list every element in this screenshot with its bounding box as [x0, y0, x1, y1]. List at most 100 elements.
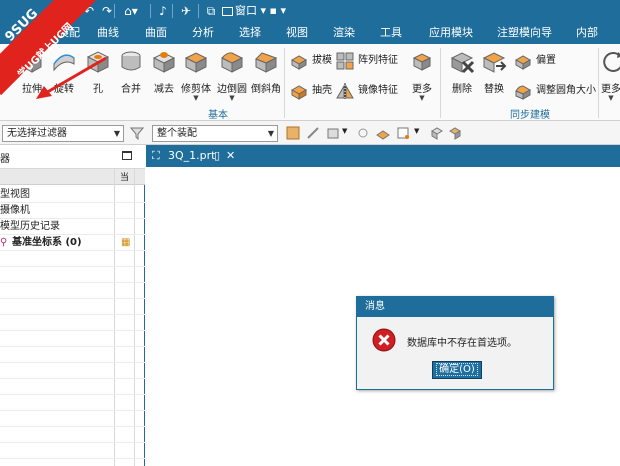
maximize-icon[interactable]: [122, 151, 132, 160]
chevron-down-icon: ▼: [267, 129, 274, 138]
redo-icon[interactable]: ↷: [100, 3, 114, 19]
menu-surface[interactable]: 曲面: [145, 22, 167, 44]
type-filter-combo[interactable]: 无选择过滤器 ▼: [2, 125, 124, 142]
group-sync-label: 同步建模: [510, 110, 550, 121]
tree-row-empty: [0, 299, 145, 315]
selection-bar: 无选择过滤器 ▼ 整个装配 ▼ ▼ ▼: [0, 121, 620, 145]
menu-tools[interactable]: 工具: [380, 22, 402, 44]
copy-icon[interactable]: ⧉: [204, 3, 218, 19]
ok-label: 确定(O): [436, 363, 478, 376]
view-shaded-icon[interactable]: [448, 126, 462, 140]
menu-mold-wizard[interactable]: 注塑模向导: [497, 22, 552, 44]
tree-row-label: 型视图: [0, 189, 30, 200]
tree-row-empty: [0, 347, 145, 363]
draft-button[interactable]: 拔模: [290, 50, 332, 72]
menu-select[interactable]: 选择: [239, 22, 261, 44]
modified-icon: ▯: [214, 149, 221, 162]
menu-applications[interactable]: 应用模块: [429, 22, 473, 44]
document-tab-strip: ⛶ 3Q_1.prt ▯ ✕: [146, 145, 620, 167]
tree-row-model-views[interactable]: 型视图: [0, 187, 145, 203]
tree-row-empty: [0, 315, 145, 331]
edge-blend-button[interactable]: 边倒圆 ▼: [214, 48, 250, 102]
select-feature-icon[interactable]: [286, 126, 300, 140]
draft-icon: [290, 55, 308, 70]
view-orient-icon[interactable]: [430, 126, 444, 140]
view-icon[interactable]: ⌂▾: [120, 3, 142, 19]
doc-tab-3q1[interactable]: ⛶ 3Q_1.prt ▯ ✕: [146, 145, 240, 167]
snap-point-icon[interactable]: [356, 126, 370, 140]
select-face-icon[interactable]: [326, 126, 340, 140]
resize-blend-label: 调整圆角大小: [536, 85, 596, 96]
message-dialog: 消息 数据库中不存在首选项。 确定(O): [356, 296, 554, 390]
menu-curve[interactable]: 曲线: [97, 22, 119, 44]
filter-icon[interactable]: [130, 126, 144, 140]
more-dropdown-icon[interactable]: ▼: [404, 95, 440, 102]
dialog-message: 数据库中不存在首选项。: [407, 338, 517, 349]
mirror-feature-button[interactable]: 镜像特征: [336, 80, 404, 102]
menu-render[interactable]: 渲染: [333, 22, 355, 44]
menu-view[interactable]: 视图: [286, 22, 308, 44]
tree-row-empty: [0, 363, 145, 379]
offset-region-button[interactable]: 偏置: [514, 50, 560, 72]
pattern-feature-icon: [336, 52, 354, 70]
part-file-icon: ⛶: [152, 149, 160, 162]
menu-analysis[interactable]: 分析: [192, 22, 214, 44]
trim-body-dropdown-icon[interactable]: ▼: [178, 95, 214, 102]
current-marker-icon: ▦: [121, 237, 131, 248]
tree-row-empty: [0, 395, 145, 411]
more-button[interactable]: 更多 ▼: [404, 48, 440, 102]
annotation-arrow-icon: [36, 56, 107, 99]
chamfer-button[interactable]: 倒斜角: [248, 48, 284, 95]
select-edge-icon[interactable]: [306, 126, 320, 140]
selection-scope-combo[interactable]: 整个装配 ▼: [152, 125, 278, 142]
overflow-dropdown-icon[interactable]: ▼: [600, 95, 620, 102]
snap-endpoint-icon[interactable]: [376, 126, 390, 140]
window-menu[interactable]: 窗口 ▾ ▪ ▾: [222, 2, 286, 20]
more-icon: [412, 53, 432, 71]
mirror-feature-label: 镜像特征: [358, 85, 398, 96]
current-column-header[interactable]: 当: [120, 170, 129, 183]
tree-row-datum-csys[interactable]: ⚲ 基准坐标系 (0) ▦: [0, 235, 145, 251]
tree-row-model-history[interactable]: 模型历史记录: [0, 219, 145, 235]
selection-scope-value: 整个装配: [157, 128, 197, 139]
tree-row-cameras[interactable]: 摄像机: [0, 203, 145, 219]
unite-label: 合并: [121, 84, 141, 95]
draft-label: 拔模: [312, 55, 332, 66]
subtract-button[interactable]: 减去: [146, 48, 182, 95]
voice-icon[interactable]: ♪: [156, 3, 170, 19]
delete-face-icon: [450, 52, 475, 74]
edge-blend-dropdown-icon[interactable]: ▼: [214, 95, 250, 102]
trim-body-icon: [184, 52, 208, 73]
doc-tab-title: 3Q_1.prt: [168, 149, 216, 162]
replace-face-button[interactable]: 替换: [476, 48, 512, 95]
group-basic-label: 基本: [208, 110, 228, 121]
chamfer-label: 倒斜角: [251, 84, 281, 95]
pattern-feature-button[interactable]: 阵列特征: [336, 50, 404, 72]
navigator-column-header: 当: [0, 169, 145, 185]
tree-row-empty: [0, 443, 145, 459]
shell-label: 抽壳: [312, 85, 332, 96]
error-icon: [372, 328, 396, 352]
chevron-down-icon[interactable]: ▼: [342, 127, 347, 135]
delete-face-button[interactable]: 删除: [444, 48, 480, 95]
replace-face-label: 替换: [484, 84, 504, 95]
tree-row-empty: [0, 283, 145, 299]
snap-midpoint-icon[interactable]: [396, 126, 410, 140]
snap-icon[interactable]: ✈: [178, 3, 194, 19]
replace-face-icon: [482, 52, 507, 73]
edge-blend-icon: [221, 52, 244, 73]
trim-body-button[interactable]: 修剪体 ▼: [178, 48, 214, 102]
shell-icon: [290, 85, 308, 100]
chevron-down-icon[interactable]: ▼: [414, 127, 419, 135]
overflow-more-button[interactable]: 更多 ▼: [600, 48, 620, 102]
unite-icon: [121, 51, 141, 71]
shell-button[interactable]: 抽壳: [290, 80, 332, 102]
unite-button[interactable]: 合并: [113, 48, 149, 95]
resize-blend-button[interactable]: 调整圆角大小: [514, 80, 596, 102]
menu-internal[interactable]: 内部: [576, 22, 598, 44]
close-icon[interactable]: ✕: [226, 145, 235, 167]
tree-row-label: 模型历史记录: [0, 221, 60, 232]
ok-button[interactable]: 确定(O): [432, 361, 482, 379]
subtract-icon: [152, 52, 176, 73]
part-navigator: 器 当 型视图 摄像机 模型历史记录 ⚲ 基准坐标系 (0) ▦: [0, 145, 145, 466]
